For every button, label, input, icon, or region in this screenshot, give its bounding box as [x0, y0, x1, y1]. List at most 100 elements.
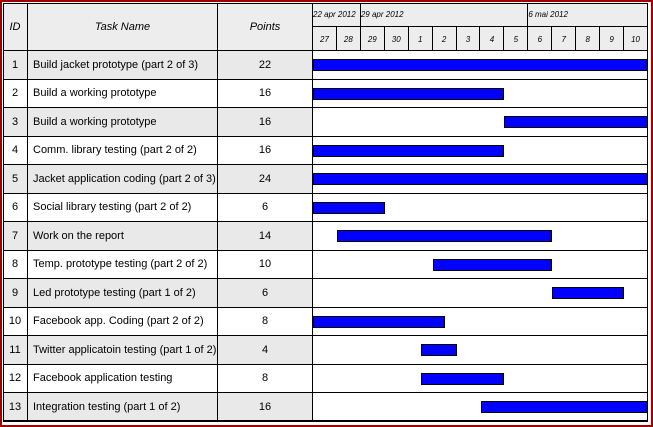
day-label: 27 [313, 27, 337, 51]
task-name[interactable]: Jacket application coding (part 2 of 3) [28, 165, 218, 194]
task-points[interactable]: 10 [218, 250, 313, 279]
task-row[interactable]: 12 Facebook application testing 8 [3, 364, 648, 393]
task-row[interactable]: 9 Led prototype testing (part 1 of 2) 6 [3, 279, 648, 308]
task-name[interactable]: Build a working prototype [28, 79, 218, 108]
header-timescale: 22 apr 2012 29 apr 2012 6 mai 2012 27 28 29 3… [313, 3, 648, 51]
day-label: 4 [481, 27, 505, 51]
task-bar[interactable] [432, 258, 553, 271]
task-row[interactable]: 10 Facebook app. Coding (part 2 of 2) 8 [3, 307, 648, 336]
task-bar[interactable] [336, 230, 553, 243]
day-label: 6 [528, 27, 553, 51]
task-bar[interactable] [480, 401, 648, 414]
task-bar[interactable] [313, 59, 648, 72]
day-label: 5 [504, 27, 529, 51]
task-row[interactable]: 7 Work on the report 14 [3, 222, 648, 251]
task-timeline [313, 165, 648, 194]
task-points[interactable]: 8 [218, 364, 313, 393]
task-bar[interactable] [552, 287, 625, 300]
task-timeline [313, 108, 648, 137]
day-label: 9 [600, 27, 625, 51]
task-id: 2 [3, 79, 28, 108]
task-points[interactable]: 24 [218, 165, 313, 194]
week-scale: 22 apr 2012 29 apr 2012 6 mai 2012 [313, 3, 648, 27]
task-timeline [313, 222, 648, 251]
task-timeline [313, 393, 648, 422]
task-points[interactable]: 16 [218, 108, 313, 137]
task-name[interactable]: Comm. library testing (part 2 of 2) [28, 136, 218, 165]
day-label: 7 [552, 27, 577, 51]
task-bar[interactable] [313, 87, 505, 100]
task-id: 12 [3, 364, 28, 393]
day-label: 28 [337, 27, 361, 51]
task-id: 7 [3, 222, 28, 251]
task-id: 3 [3, 108, 28, 137]
task-row[interactable]: 5 Jacket application coding (part 2 of 3)… [3, 165, 648, 194]
task-row[interactable]: 2 Build a working prototype 16 [3, 79, 648, 108]
task-row[interactable]: 11 Twitter applicatoin testing (part 1 of… [3, 336, 648, 365]
task-name[interactable]: Led prototype testing (part 1 of 2) [28, 279, 218, 308]
task-id: 10 [3, 307, 28, 336]
task-name[interactable]: Build a working prototype [28, 108, 218, 137]
day-label: 2 [433, 27, 457, 51]
week-label: 22 apr 2012 [313, 3, 361, 26]
task-bar[interactable] [504, 116, 648, 129]
task-row[interactable]: 8 Temp. prototype testing (part 2 of 2) 10 [3, 250, 648, 279]
task-bar[interactable] [420, 372, 505, 385]
task-name[interactable]: Facebook app. Coding (part 2 of 2) [28, 307, 218, 336]
task-id: 6 [3, 193, 28, 222]
task-timeline [313, 193, 648, 222]
task-id: 13 [3, 393, 28, 422]
task-name[interactable]: Twitter applicatoin testing (part 1 of 2… [28, 336, 218, 365]
task-timeline [313, 136, 648, 165]
task-id: 11 [3, 336, 28, 365]
task-points[interactable]: 16 [218, 79, 313, 108]
task-id: 1 [3, 51, 28, 80]
week-label: 6 mai 2012 [528, 3, 648, 26]
task-name[interactable]: Build jacket prototype (part 2 of 3) [28, 51, 218, 80]
task-timeline [313, 79, 648, 108]
task-row[interactable]: 3 Build a working prototype 16 [3, 108, 648, 137]
day-scale: 27 28 29 30 1 2 3 4 5 6 7 8 9 10 [313, 27, 648, 51]
task-timeline [313, 364, 648, 393]
task-points[interactable]: 6 [218, 279, 313, 308]
task-row[interactable]: 13 Integration testing (part 1 of 2) 16 [3, 393, 648, 422]
header-row: ID Task Name Points 22 apr 2012 29 apr 20… [3, 3, 648, 51]
task-row[interactable]: 1 Build jacket prototype (part 2 of 3) 22 [3, 51, 648, 80]
task-points[interactable]: 16 [218, 393, 313, 422]
task-bar[interactable] [313, 173, 648, 186]
task-row[interactable]: 4 Comm. library testing (part 2 of 2) 16 [3, 136, 648, 165]
day-label: 10 [624, 27, 648, 51]
task-points[interactable]: 4 [218, 336, 313, 365]
day-label: 3 [457, 27, 481, 51]
task-name[interactable]: Temp. prototype testing (part 2 of 2) [28, 250, 218, 279]
task-timeline [313, 307, 648, 336]
day-label: 8 [576, 27, 601, 51]
header-task-name: Task Name [28, 3, 218, 51]
task-name[interactable]: Integration testing (part 1 of 2) [28, 393, 218, 422]
task-id: 5 [3, 165, 28, 194]
day-label: 30 [385, 27, 409, 51]
task-name[interactable]: Work on the report [28, 222, 218, 251]
week-label: 29 apr 2012 [361, 3, 529, 26]
task-timeline [313, 279, 648, 308]
task-timeline [313, 51, 648, 80]
task-timeline [313, 336, 648, 365]
task-points[interactable]: 22 [218, 51, 313, 80]
task-bar[interactable] [420, 344, 457, 357]
task-id: 4 [3, 136, 28, 165]
task-row[interactable]: 6 Social library testing (part 2 of 2) 6 [3, 193, 648, 222]
day-label: 29 [361, 27, 385, 51]
task-points[interactable]: 8 [218, 307, 313, 336]
task-timeline [313, 250, 648, 279]
task-bar[interactable] [313, 144, 505, 157]
task-bar[interactable] [313, 315, 445, 328]
task-points[interactable]: 16 [218, 136, 313, 165]
task-name[interactable]: Social library testing (part 2 of 2) [28, 193, 218, 222]
task-name[interactable]: Facebook application testing [28, 364, 218, 393]
task-points[interactable]: 6 [218, 193, 313, 222]
header-points: Points [218, 3, 313, 51]
task-points[interactable]: 14 [218, 222, 313, 251]
task-id: 9 [3, 279, 28, 308]
header-id: ID [3, 3, 28, 51]
task-bar[interactable] [313, 201, 385, 214]
